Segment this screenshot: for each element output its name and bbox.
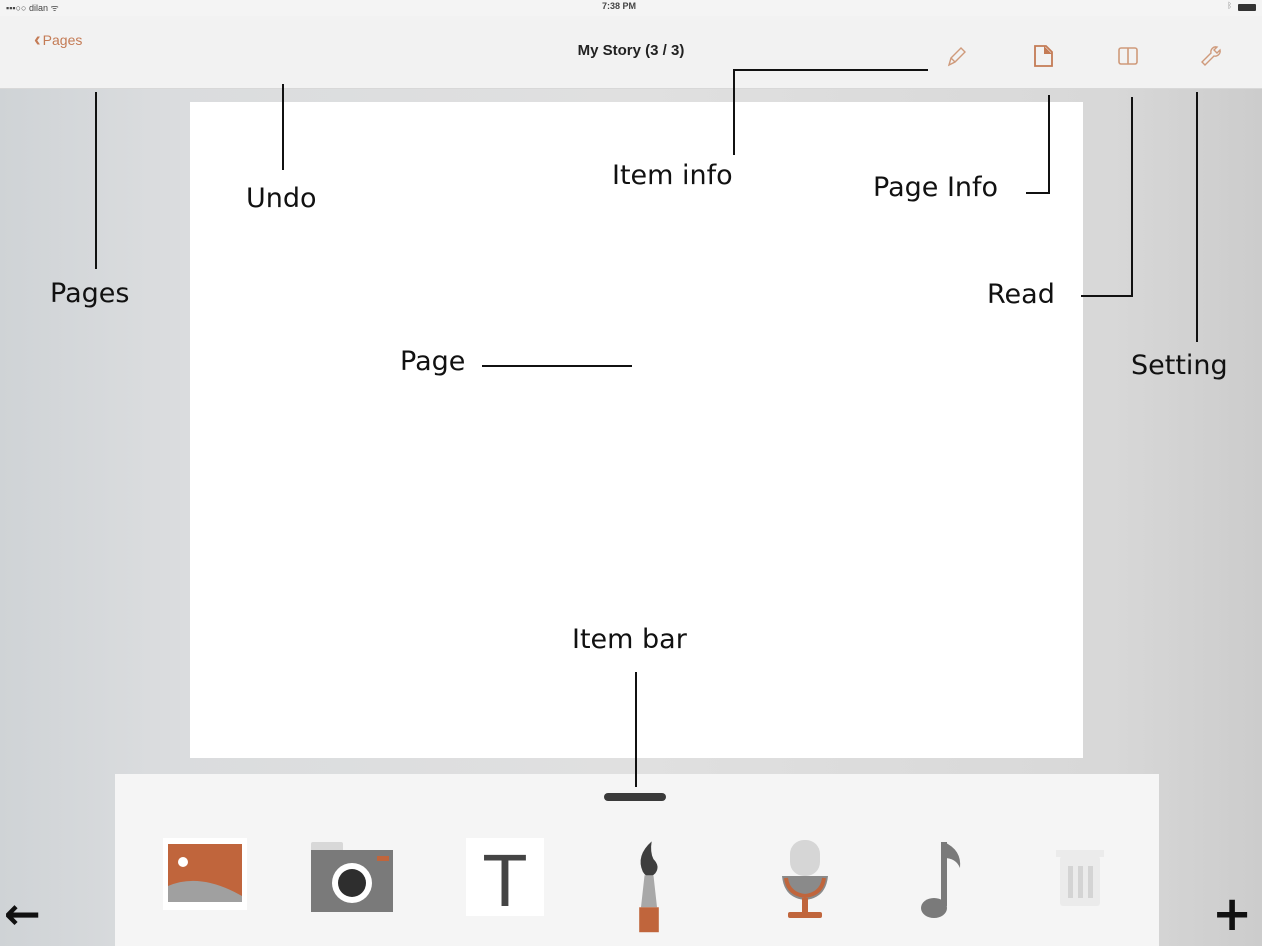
camera-icon[interactable] xyxy=(305,836,395,934)
previous-page-button[interactable]: ← xyxy=(4,893,41,937)
plus-icon: + xyxy=(1212,886,1253,942)
item-info-callout-line xyxy=(733,69,735,155)
bluetooth-icon: ᛒ xyxy=(1227,1,1232,10)
carrier-text: ▪▪▪○○ dilan ᯤ xyxy=(6,3,59,13)
brush-icon[interactable] xyxy=(604,836,694,934)
text-icon[interactable]: T xyxy=(460,836,550,934)
arrow-left-icon: ← xyxy=(4,889,41,940)
undo-annotation: Undo xyxy=(246,183,317,214)
item-bar-callout-line xyxy=(635,672,637,787)
text-tool-glyph: T xyxy=(482,839,527,922)
read-callout-line-h xyxy=(1081,295,1133,297)
trash-icon[interactable] xyxy=(1034,836,1124,934)
item-bar-handle[interactable] xyxy=(604,793,666,801)
item-info-annotation: Item info xyxy=(612,160,733,191)
page-annotation: Page xyxy=(400,346,466,377)
pages-callout-line xyxy=(95,92,97,269)
battery-icon xyxy=(1238,4,1256,11)
wrench-icon[interactable] xyxy=(1197,43,1223,69)
page-info-callout-line xyxy=(1048,95,1050,194)
setting-callout-line xyxy=(1196,92,1198,342)
page-info-callout-line-h xyxy=(1026,192,1050,194)
pages-annotation: Pages xyxy=(50,278,130,309)
music-note-icon[interactable] xyxy=(904,836,994,934)
undo-callout-line xyxy=(282,84,284,170)
status-bar: ▪▪▪○○ dilan ᯤ 7:38 PM ᛒ xyxy=(0,0,1262,16)
item-info-callout-line-h xyxy=(733,69,928,71)
page-callout-line xyxy=(482,365,632,367)
pen-icon[interactable] xyxy=(943,43,969,69)
read-annotation: Read xyxy=(987,279,1055,310)
page-title: My Story (3 / 3) xyxy=(577,42,685,59)
book-icon[interactable] xyxy=(1115,43,1141,69)
item-bar-annotation: Item bar xyxy=(572,624,687,655)
photo-icon[interactable] xyxy=(160,836,250,934)
read-callout-line xyxy=(1131,97,1133,297)
add-page-button[interactable]: + xyxy=(1212,890,1252,938)
setting-annotation: Setting xyxy=(1131,350,1228,381)
page-info-annotation: Page Info xyxy=(873,172,999,203)
page-icon[interactable] xyxy=(1030,43,1056,69)
microphone-icon[interactable] xyxy=(760,836,850,934)
status-time: 7:38 PM xyxy=(602,1,637,11)
